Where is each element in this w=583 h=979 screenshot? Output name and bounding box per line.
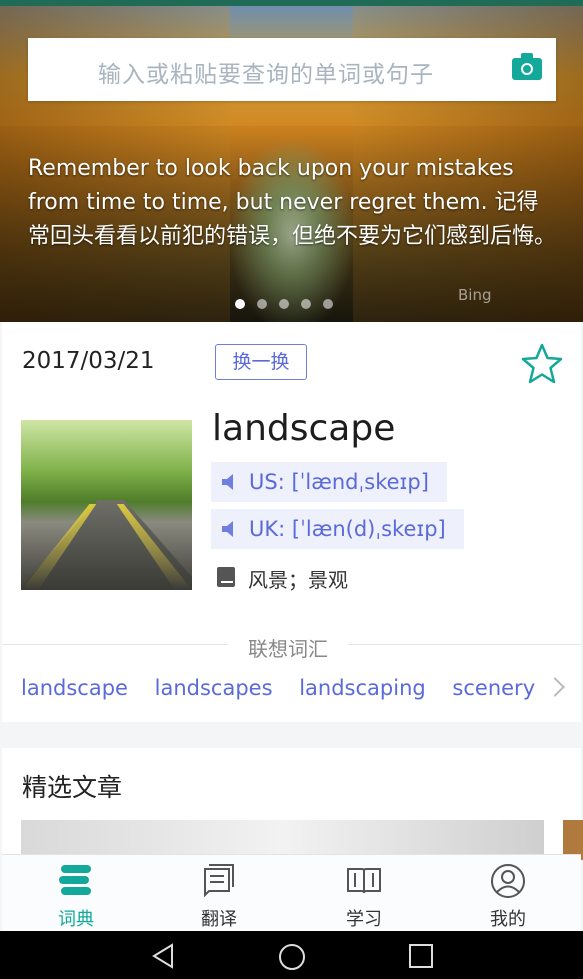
tab-translate[interactable]: 翻译 <box>159 855 279 932</box>
word-image <box>21 420 192 590</box>
us-pronunciation-button[interactable]: US: [ˈlændˌskeɪp] <box>211 462 447 502</box>
word-title: landscape <box>212 408 396 449</box>
related-words-title: 联想词汇 <box>228 633 348 662</box>
page-dot[interactable] <box>257 299 267 309</box>
tab-label: 学习 <box>346 909 382 930</box>
dictionary-icon <box>59 865 91 895</box>
related-word[interactable]: landscapes <box>155 676 273 700</box>
speaker-icon <box>222 521 233 537</box>
meaning-text: 风景；景观 <box>248 568 348 592</box>
home-icon[interactable] <box>278 943 306 971</box>
page-dot-active[interactable] <box>235 299 245 309</box>
tab-label: 翻译 <box>201 909 237 930</box>
tab-label: 词典 <box>58 909 94 930</box>
uk-pronunciation-button[interactable]: UK: [ˈlæn(d)ˌskeɪp] <box>211 509 464 549</box>
page-dot[interactable] <box>301 299 311 309</box>
search-input[interactable]: 输入或粘贴要查询的单词或句子 <box>98 55 434 89</box>
swap-word-button[interactable]: 换一换 <box>215 344 307 380</box>
related-words-list: landscape landscapes landscaping scenery <box>21 676 555 700</box>
tab-label: 我的 <box>490 909 526 930</box>
tab-me[interactable]: 我的 <box>448 855 568 932</box>
book-open-icon <box>347 868 381 894</box>
star-icon[interactable] <box>520 342 564 386</box>
camera-icon[interactable] <box>512 53 542 80</box>
carousel-pagination <box>235 299 333 309</box>
tab-dictionary[interactable]: 词典 <box>16 855 136 932</box>
daily-quote: Remember to look back upon your mistakes… <box>28 156 557 249</box>
us-pronunciation-text: US: [ˈlændˌskeɪp] <box>249 470 429 494</box>
word-meaning: 风景；景观 <box>217 564 348 593</box>
bottom-tab-bar: 词典 翻译 学习 我的 <box>2 854 581 932</box>
system-nav-bar <box>0 931 583 979</box>
daily-hero-banner[interactable]: 输入或粘贴要查询的单词或句子 Remember to look back upo… <box>0 6 583 322</box>
uk-pronunciation-text: UK: [ˈlæn(d)ˌskeɪp] <box>249 517 446 541</box>
recents-icon[interactable] <box>408 943 434 969</box>
featured-articles: 精选文章 <box>2 748 583 860</box>
speaker-icon <box>222 474 233 490</box>
related-word[interactable]: scenery <box>452 676 535 700</box>
tab-learn[interactable]: 学习 <box>304 855 424 932</box>
user-icon <box>491 864 525 898</box>
bing-watermark: Bing <box>458 286 492 304</box>
word-date: 2017/03/21 <box>22 348 155 374</box>
back-icon[interactable] <box>150 943 176 969</box>
page-dot[interactable] <box>323 299 333 309</box>
related-word[interactable]: landscape <box>21 676 128 700</box>
book-icon <box>217 567 235 587</box>
search-bar[interactable]: 输入或粘贴要查询的单词或句子 <box>28 38 556 101</box>
related-word[interactable]: landscaping <box>299 676 426 700</box>
articles-title: 精选文章 <box>22 773 123 802</box>
translate-icon <box>204 864 234 897</box>
word-of-day-card: 2017/03/21 换一换 landscape US: [ˈlændˌskeɪ… <box>2 322 581 722</box>
page-dot[interactable] <box>279 299 289 309</box>
